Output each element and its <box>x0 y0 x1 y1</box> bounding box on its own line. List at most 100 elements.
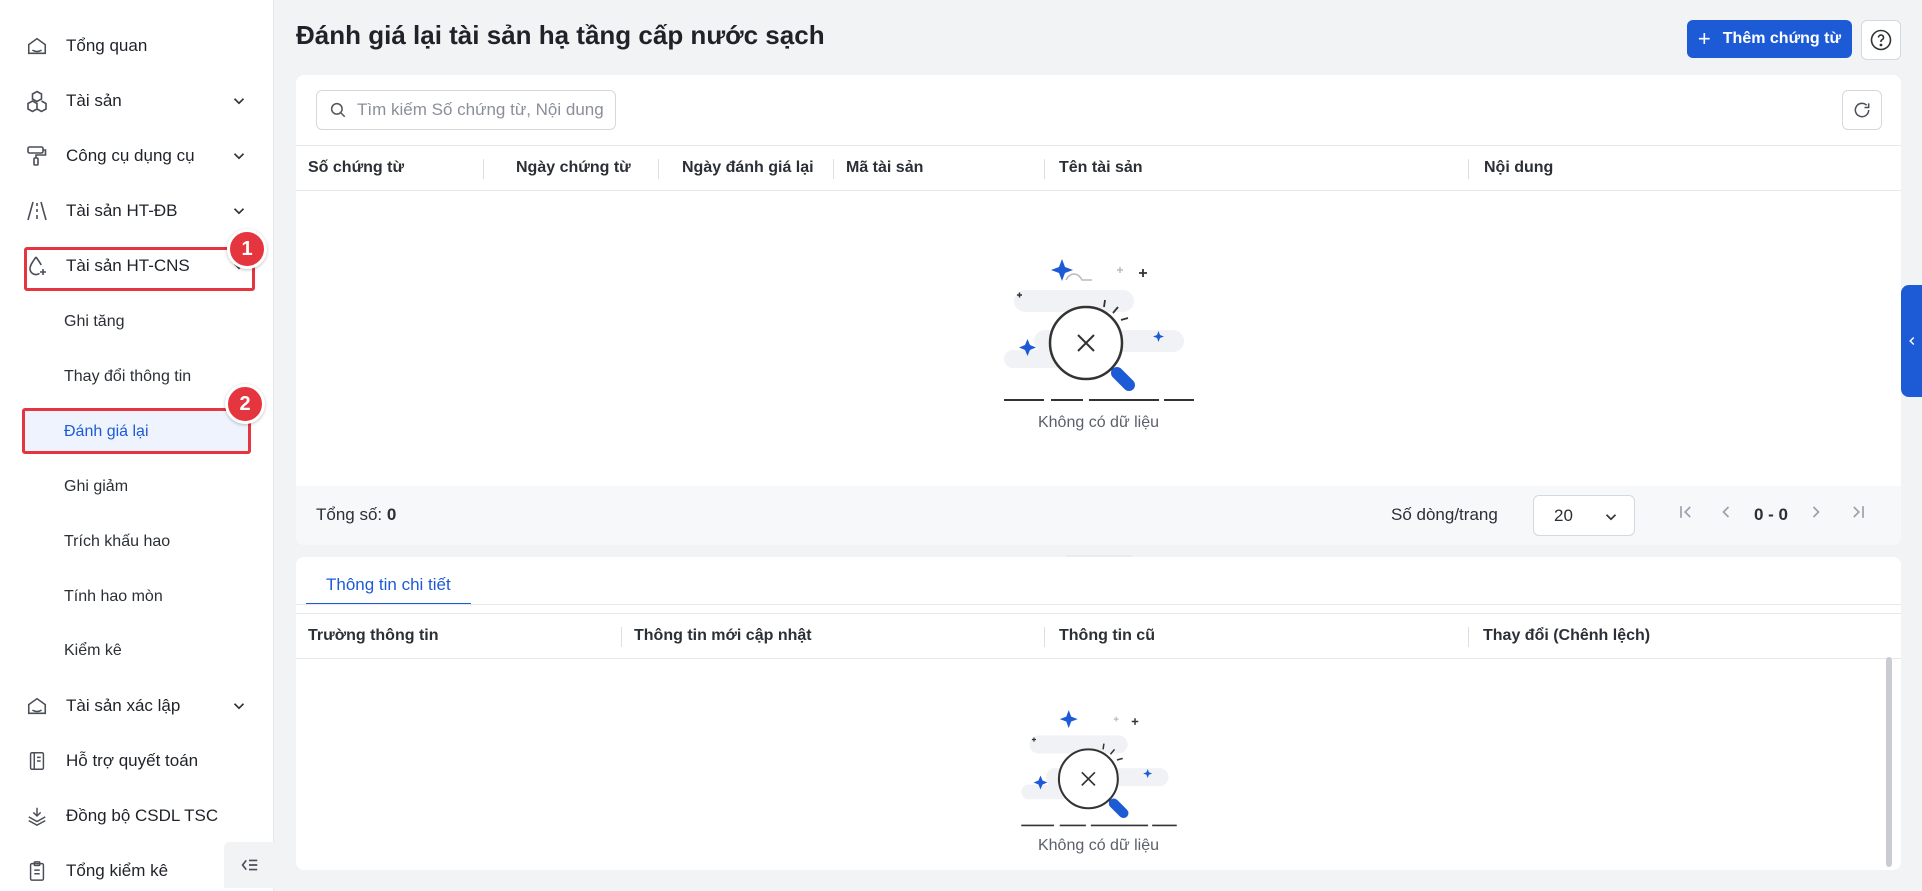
search-icon <box>330 102 346 118</box>
search-box[interactable] <box>316 90 616 130</box>
column-header[interactable]: Số chứng từ <box>308 146 404 190</box>
home-icon <box>24 33 50 59</box>
column-divider <box>1044 627 1045 647</box>
chevron-left-icon <box>1908 336 1914 346</box>
voucher-list-card: Số chứng từ Ngày chứng từ Ngày đánh giá … <box>296 75 1901 545</box>
total-label: Tổng số: <box>316 505 383 524</box>
add-voucher-button[interactable]: + Thêm chứng từ <box>1687 20 1852 58</box>
sidebar-item-label: Công cụ dụng cụ <box>66 146 195 165</box>
column-divider <box>833 159 834 179</box>
empty-state: Không có dữ liệu <box>296 690 1901 855</box>
sidebar-subitem-label: Tính hao mòn <box>64 588 163 605</box>
sidebar-subitem-inventory[interactable]: Kiểm kê <box>64 631 244 671</box>
column-divider <box>1468 159 1469 179</box>
column-header[interactable]: Ngày đánh giá lại <box>682 146 814 190</box>
help-button[interactable] <box>1861 20 1901 60</box>
sidebar-subitem-increase[interactable]: Ghi tăng <box>64 302 244 342</box>
question-circle-icon <box>1870 29 1892 51</box>
sidebar-subitem-change-info[interactable]: Thay đổi thông tin <box>64 357 244 397</box>
step-badge-1: 1 <box>227 229 267 269</box>
layers-icon <box>24 803 50 829</box>
sidebar-item-tools[interactable]: Công cụ dụng cụ <box>24 136 254 176</box>
sidebar-item-sync[interactable]: Đồng bộ CSDL TSC <box>24 796 254 836</box>
ledger-icon <box>24 748 50 774</box>
collapse-sidebar-button[interactable] <box>224 842 274 888</box>
tab-divider <box>296 604 1901 605</box>
paint-roller-icon <box>24 143 50 169</box>
step-badge-2: 2 <box>225 384 265 424</box>
sidebar-item-label: Tài sản HT-ĐB <box>66 201 178 220</box>
sidebar-item-established-assets[interactable]: Tài sản xác lập <box>24 686 254 726</box>
clipboard-icon <box>24 858 50 884</box>
sidebar-subitem-label: Ghi tăng <box>64 313 125 330</box>
sidebar-item-overview[interactable]: Tổng quan <box>24 26 254 66</box>
column-header[interactable]: Nội dung <box>1484 146 1553 190</box>
refresh-button[interactable] <box>1842 90 1882 130</box>
column-header[interactable]: Thay đổi (Chênh lệch) <box>1483 614 1650 658</box>
sidebar-item-label: Tổng quan <box>66 36 148 55</box>
plus-icon: + <box>1697 26 1711 51</box>
column-divider <box>658 159 659 179</box>
column-header[interactable]: Thông tin mới cập nhật <box>634 614 812 658</box>
sidebar-item-general-inventory[interactable]: Tổng kiểm kê <box>24 851 254 891</box>
cubes-icon <box>24 88 50 114</box>
voucher-table-header: Số chứng từ Ngày chứng từ Ngày đánh giá … <box>296 145 1901 191</box>
sidebar-subitem-label: Thay đổi thông tin <box>64 368 192 385</box>
column-divider <box>1044 159 1045 179</box>
chevron-down-icon <box>1605 514 1617 521</box>
home-icon <box>24 693 50 719</box>
empty-search-illustration <box>1020 710 1177 827</box>
prev-page-icon[interactable] <box>1716 502 1736 522</box>
last-page-icon[interactable] <box>1848 502 1868 522</box>
next-page-icon[interactable] <box>1806 502 1826 522</box>
sidebar-item-label: Hỗ trợ quyết toán <box>66 751 199 770</box>
total-count: Tổng số: 0 <box>316 505 396 525</box>
rows-per-page-value: 20 <box>1554 505 1573 525</box>
sidebar-subitem-wear[interactable]: Tính hao mòn <box>64 577 244 617</box>
column-header[interactable]: Tên tài sản <box>1059 146 1143 190</box>
sidebar-item-settlement[interactable]: Hỗ trợ quyết toán <box>24 741 254 781</box>
tab-detail-info[interactable]: Thông tin chi tiết <box>306 567 471 605</box>
collapse-menu-icon <box>241 859 258 871</box>
column-divider <box>621 627 622 647</box>
column-header[interactable]: Trường thông tin <box>308 614 438 658</box>
chevron-down-icon <box>233 153 245 160</box>
page-title: Đánh giá lại tài sản hạ tầng cấp nước sạ… <box>296 20 825 50</box>
highlight-box-step-1 <box>24 247 255 291</box>
chevron-down-icon <box>233 703 245 710</box>
chevron-down-icon <box>233 208 245 215</box>
sidebar-item-assets[interactable]: Tài sản <box>24 81 254 121</box>
sidebar-subitem-decrease[interactable]: Ghi giảm <box>64 467 244 507</box>
sidebar-subitem-label: Trích khấu hao <box>64 533 171 550</box>
page-range: 0 - 0 <box>1754 505 1789 524</box>
first-page-icon[interactable] <box>1676 502 1696 522</box>
detail-card: Thông tin chi tiết Trường thông tin Thôn… <box>296 557 1901 870</box>
sidebar-subitem-depreciation[interactable]: Trích khấu hao <box>64 522 244 562</box>
empty-state: Không có dữ liệu <box>296 235 1901 432</box>
detail-table-header: Trường thông tin Thông tin mới cập nhật … <box>296 613 1901 659</box>
search-input[interactable] <box>357 100 607 120</box>
column-header[interactable]: Ngày chứng từ <box>516 146 631 190</box>
sidebar-item-road-assets[interactable]: Tài sản HT-ĐB <box>24 191 254 231</box>
empty-state-text: Không có dữ liệu <box>1037 414 1159 431</box>
column-header[interactable]: Thông tin cũ <box>1059 614 1155 658</box>
empty-search-illustration <box>1003 259 1194 401</box>
road-icon <box>24 198 50 224</box>
refresh-icon <box>1854 102 1870 118</box>
sidebar-item-label: Tài sản xác lập <box>66 696 181 715</box>
table-footer: Tổng số: 0 Số dòng/trang 20 0 - 0 <box>296 486 1901 545</box>
add-voucher-label: Thêm chứng từ <box>1722 30 1842 47</box>
sidebar-subitem-label: Kiểm kê <box>64 642 122 659</box>
rows-per-page-select[interactable]: 20 <box>1533 495 1635 536</box>
sidebar-item-label: Đồng bộ CSDL TSC <box>66 806 219 825</box>
right-panel-toggle[interactable] <box>1901 285 1922 397</box>
total-value: 0 <box>386 505 397 524</box>
sidebar: Tổng quan Tài sản Công cụ dụng cụ Tài sả… <box>0 0 274 891</box>
rows-per-page-label: Số dòng/trang <box>1391 505 1498 524</box>
sidebar-subitem-label: Ghi giảm <box>64 478 129 495</box>
column-header[interactable]: Mã tài sản <box>846 146 923 190</box>
column-divider <box>1468 627 1469 647</box>
column-divider <box>483 159 484 179</box>
sidebar-item-label: Tài sản <box>66 91 122 110</box>
highlight-box-step-2 <box>22 408 251 454</box>
